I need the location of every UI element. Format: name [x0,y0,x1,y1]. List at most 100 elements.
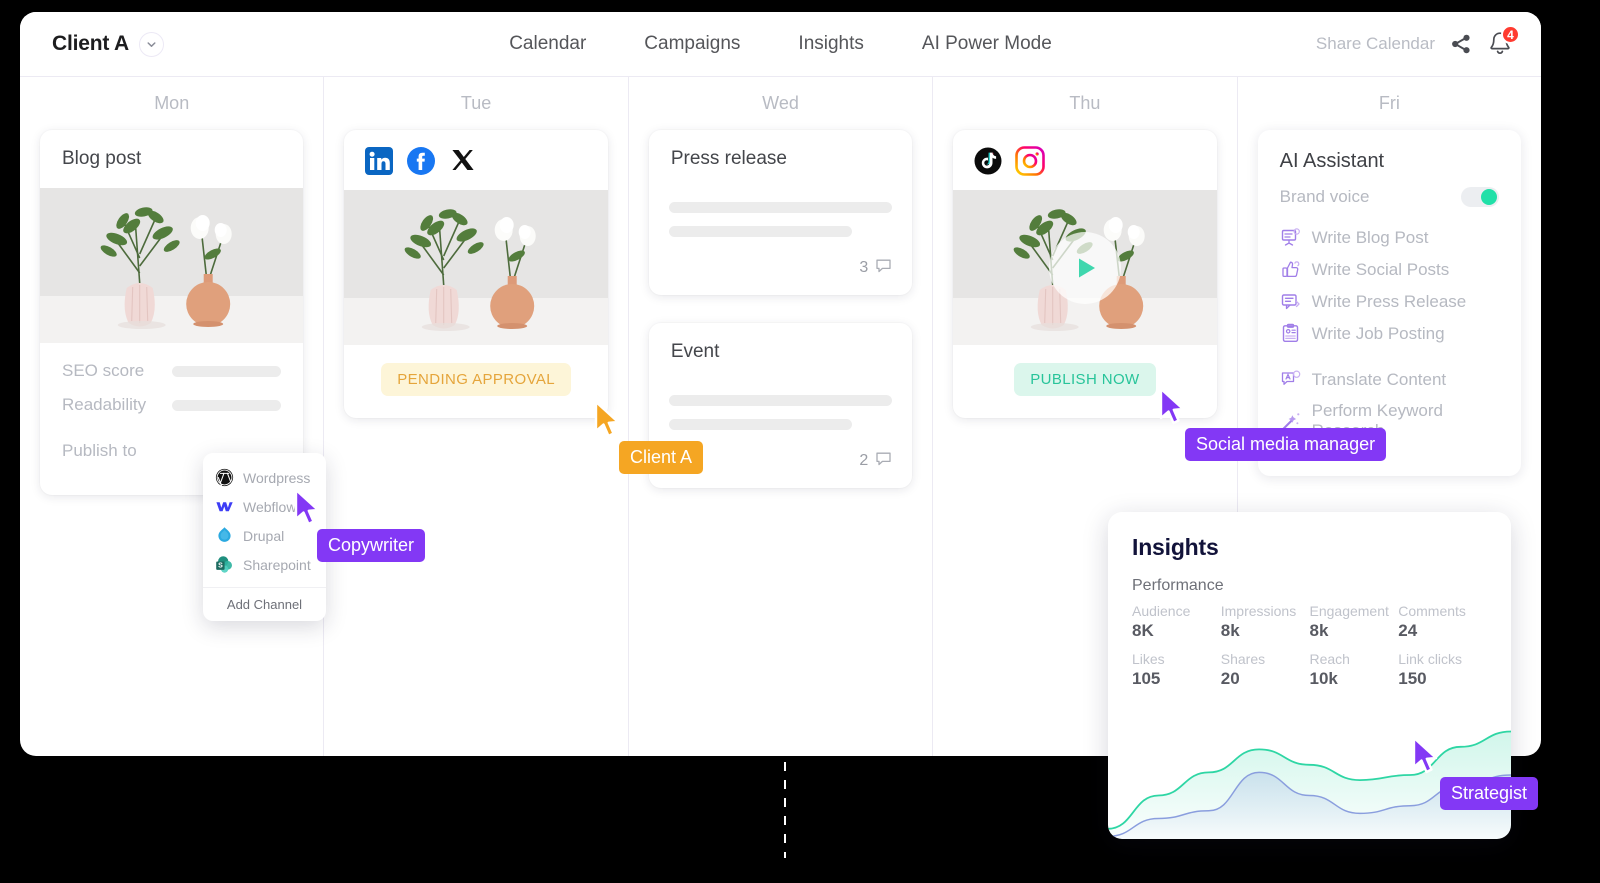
channel-label: Wordpress [243,469,311,486]
metric-value: 24 [1398,621,1418,640]
card-photo-vases [344,190,608,345]
insights-metric: Reach 10k [1310,651,1399,689]
metric-key: Likes [1132,651,1165,667]
ai-action-write-job-posting[interactable]: Write Job Posting [1280,323,1499,344]
day-header-mon: Mon [154,93,190,113]
nav-item-campaigns[interactable]: Campaigns [644,33,740,55]
instagram-icon [1015,146,1046,176]
cursor-label-client-a: Client A [619,441,704,474]
thumbs-up-icon [1280,259,1301,280]
card-photo-vases [40,188,304,343]
share-icon[interactable] [1449,32,1473,56]
day-header-thu: Thu [1069,93,1101,113]
insights-area-chart [1108,711,1511,839]
text-placeholder [668,226,852,237]
screenshot-stage: Client A Calendar Campaigns Insights AI … [0,0,1600,883]
svg-text:S: S [218,563,223,570]
card-title: Event [670,341,720,362]
day-header-wed: Wed [762,93,799,113]
client-switcher[interactable]: Client A [52,31,164,57]
blog-post-icon [1280,227,1301,248]
channel-label: Drupal [243,527,285,544]
card-photo-video [953,190,1217,345]
main-nav: Calendar Campaigns Insights AI Power Mod… [509,33,1052,55]
brand-voice-row: Brand voice [1280,187,1500,207]
metric-value: 105 [1132,669,1161,688]
text-placeholder [668,419,852,430]
top-bar: Client A Calendar Campaigns Insights AI … [20,12,1541,76]
ai-action-write-social-posts[interactable]: Write Social Posts [1280,259,1499,280]
ai-action-write-press-release[interactable]: Write Press Release [1280,291,1499,312]
day-header-fri: Fri [1378,93,1400,113]
insights-metric: Audience 8K [1132,603,1221,641]
sharepoint-icon: S [215,555,234,574]
chevron-down-icon[interactable] [138,31,164,57]
share-calendar-label[interactable]: Share Calendar [1316,34,1435,54]
bottom-dashed-divider [784,762,786,858]
add-channel-button[interactable]: Add Channel [203,587,326,621]
metric-value: 150 [1398,669,1427,688]
nav-item-ai-power-mode[interactable]: AI Power Mode [922,33,1052,55]
brand-voice-toggle[interactable] [1461,187,1500,207]
channel-item-sharepoint[interactable]: S Sharepoint [203,550,326,579]
webflow-icon [215,497,234,516]
channel-label: Sharepoint [243,556,311,573]
cursor-client-a [592,400,624,440]
toggle-knob [1481,189,1498,205]
metric-value: 10k [1309,669,1338,688]
metric-label: SEO score [62,361,145,380]
card-title: Press release [670,148,787,169]
cursor-label-social-media-manager: Social media manager [1185,428,1387,461]
metric-key: Reach [1309,651,1350,667]
card-body: 3 [649,188,912,295]
wordpress-icon [215,468,234,487]
metric-key: Audience [1132,603,1191,619]
publish-now-button[interactable]: PUBLISH NOW [1014,363,1156,396]
drupal-icon [215,526,234,545]
ai-action-translate-content[interactable]: Translate Content [1280,369,1499,390]
insights-metric: Likes 105 [1132,651,1221,689]
ai-assistant-panel: AI Assistant Brand voice Write Blog Post… [1257,130,1522,476]
play-icon[interactable] [1048,231,1121,304]
comment-count-value: 2 [859,452,869,469]
metric-key: Impressions [1220,603,1297,619]
social-channels [344,130,607,190]
translate-icon [1280,369,1301,390]
notifications-button[interactable]: 4 [1487,25,1520,58]
nav-item-calendar[interactable]: Calendar [509,33,586,55]
day-column-tue: Tue PENDING APPROVAL [324,77,629,756]
comment-count[interactable]: 3 [669,257,892,279]
insights-metric: Link clicks 150 [1398,651,1487,689]
cursor-label-copywriter: Copywriter [317,529,426,562]
metric-value: 8k [1309,621,1329,640]
ai-action-write-blog-post[interactable]: Write Blog Post [1280,227,1499,248]
insights-content: Insights Performance Audience 8K Impress… [1108,512,1511,689]
progress-track [172,365,282,377]
job-posting-icon [1280,323,1301,344]
card-social-post[interactable]: PENDING APPROVAL [344,130,608,418]
ai-actions-divider [1280,355,1499,369]
card-video-post[interactable]: PUBLISH NOW [953,130,1217,418]
cursor-strategist [1410,736,1442,776]
card-blog-post[interactable]: Blog post SEO score Readability Publish … [40,130,304,495]
metric-seo-score: SEO score [62,361,282,381]
press-release-icon [1280,291,1301,312]
page-title: Client A [52,32,129,55]
linkedin-icon [364,146,394,176]
insights-metric: Comments 24 [1398,603,1487,641]
text-placeholder [668,395,893,406]
status-badge-wrapper: PENDING APPROVAL [344,345,607,418]
publish-channel-menu[interactable]: Wordpress Webflow Drupal S Sharepoint Ad… [203,453,326,621]
social-channels [953,130,1216,190]
notification-count-badge: 4 [1501,25,1520,44]
ai-action-label: Translate Content [1311,369,1447,389]
metric-key: Shares [1220,651,1266,667]
comment-icon [875,450,892,472]
card-press-release[interactable]: Press release 3 [648,130,913,295]
nav-item-insights[interactable]: Insights [798,33,863,55]
progress-track [172,399,282,411]
metric-value: 8K [1132,621,1154,640]
ai-action-label: Write Job Posting [1311,323,1445,343]
insights-metric-grid: Audience 8K Impressions 8k Engagement 8k… [1132,603,1487,689]
channel-label: Webflow [243,498,297,515]
